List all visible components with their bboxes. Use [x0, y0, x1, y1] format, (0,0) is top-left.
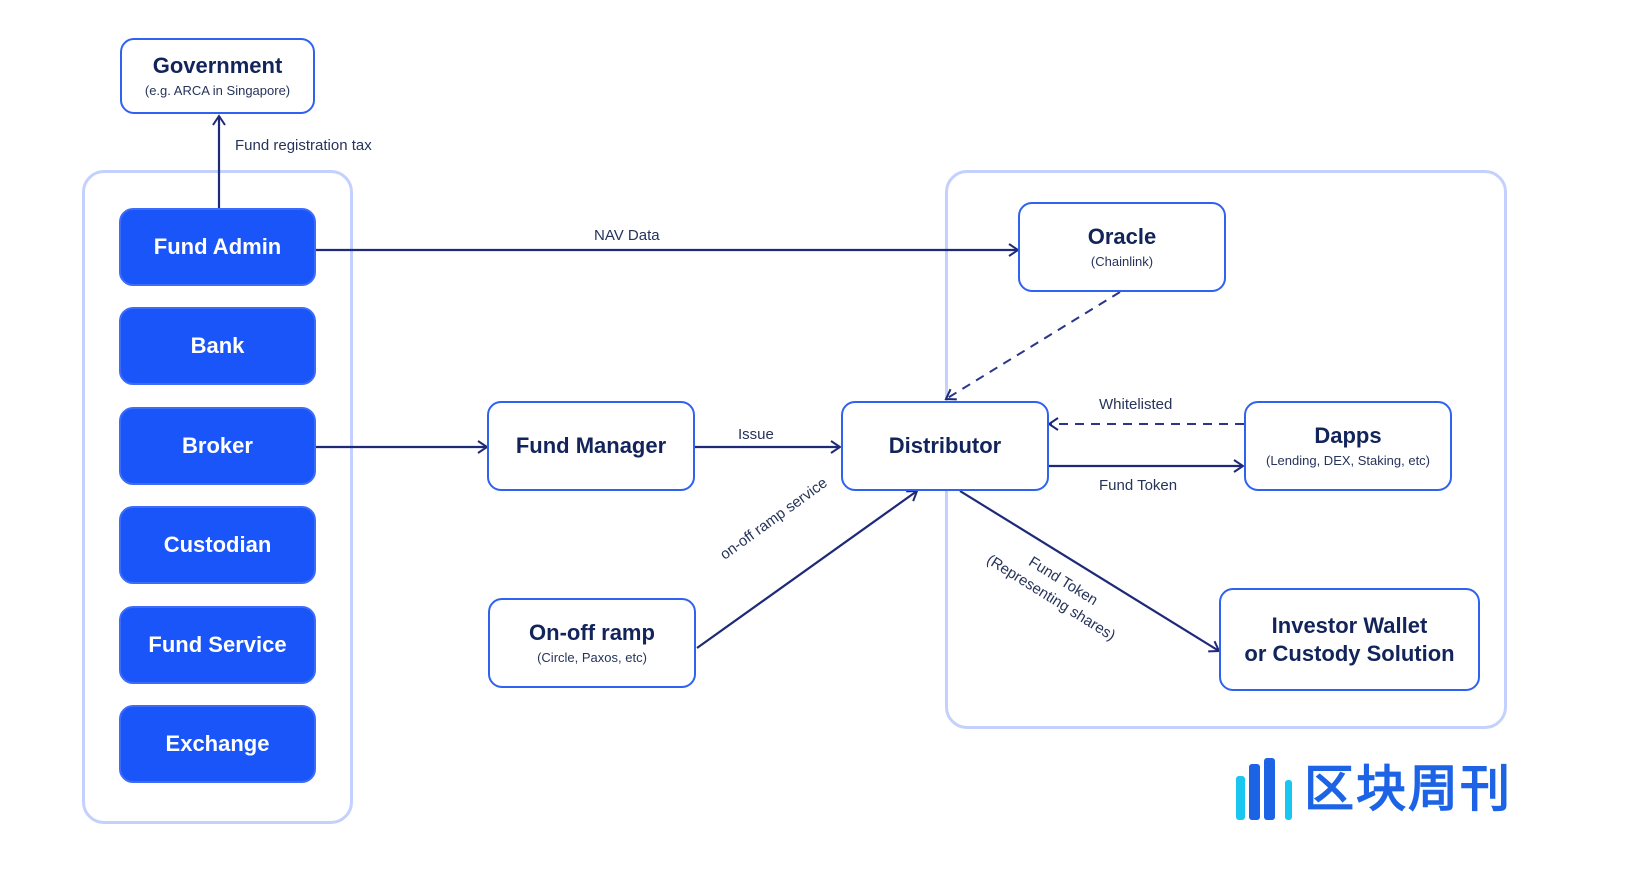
government-title: Government — [152, 52, 283, 78]
exchange-label: Exchange — [165, 731, 270, 756]
label-fund-token: Fund Token — [1099, 477, 1178, 494]
fund-service-node[interactable]: Fund Service — [119, 606, 316, 684]
investor-wallet-line2: or Custody Solution — [1244, 640, 1455, 666]
on-off-ramp-node[interactable]: On-off ramp (Circle, Paxos, etc) — [488, 598, 696, 688]
broker-label: Broker — [182, 433, 253, 458]
dapps-node[interactable]: Dapps (Lending, DEX, Staking, etc) — [1244, 401, 1452, 491]
distributor-title: Distributor — [888, 433, 1002, 458]
fund-manager-title: Fund Manager — [515, 433, 667, 458]
investor-wallet-line1: Investor Wallet — [1271, 612, 1428, 638]
distributor-node[interactable]: Distributor — [841, 401, 1049, 491]
label-whitelisted: Whitelisted — [1099, 396, 1173, 413]
watermark-logo: 区块周刊 — [1236, 758, 1512, 820]
label-nav-data: NAV Data — [594, 227, 660, 244]
oracle-node[interactable]: Oracle (Chainlink) — [1018, 202, 1226, 292]
dapps-subtitle: (Lending, DEX, Staking, etc) — [1265, 452, 1431, 468]
government-node[interactable]: Government (e.g. ARCA in Singapore) — [120, 38, 315, 114]
bank-label: Bank — [190, 333, 245, 358]
broker-node[interactable]: Broker — [119, 407, 316, 485]
custodian-label: Custodian — [163, 532, 272, 557]
label-on-off-ramp-service: on-off ramp service — [717, 474, 831, 564]
edge-on-off-ramp-service — [696, 489, 919, 649]
fund-admin-label: Fund Admin — [153, 234, 282, 259]
fund-service-label: Fund Service — [148, 632, 287, 657]
on-off-ramp-title: On-off ramp — [529, 619, 655, 645]
oracle-title: Oracle — [1087, 223, 1157, 249]
bank-node[interactable]: Bank — [119, 307, 316, 385]
fund-manager-node[interactable]: Fund Manager — [487, 401, 695, 491]
custodian-node[interactable]: Custodian — [119, 506, 316, 584]
exchange-node[interactable]: Exchange — [119, 705, 316, 783]
logo-bars-icon — [1236, 758, 1292, 820]
dapps-title: Dapps — [1314, 422, 1382, 448]
fund-admin-node[interactable]: Fund Admin — [119, 208, 316, 286]
oracle-subtitle: (Chainlink) — [1090, 253, 1154, 269]
on-off-ramp-subtitle: (Circle, Paxos, etc) — [537, 649, 647, 665]
label-fund-registration-tax: Fund registration tax — [235, 137, 372, 154]
label-issue: Issue — [738, 426, 774, 443]
investor-wallet-node[interactable]: Investor Wallet or Custody Solution — [1219, 588, 1480, 691]
watermark-text: 区块周刊 — [1304, 760, 1512, 818]
government-subtitle: (e.g. ARCA in Singapore) — [144, 82, 291, 98]
